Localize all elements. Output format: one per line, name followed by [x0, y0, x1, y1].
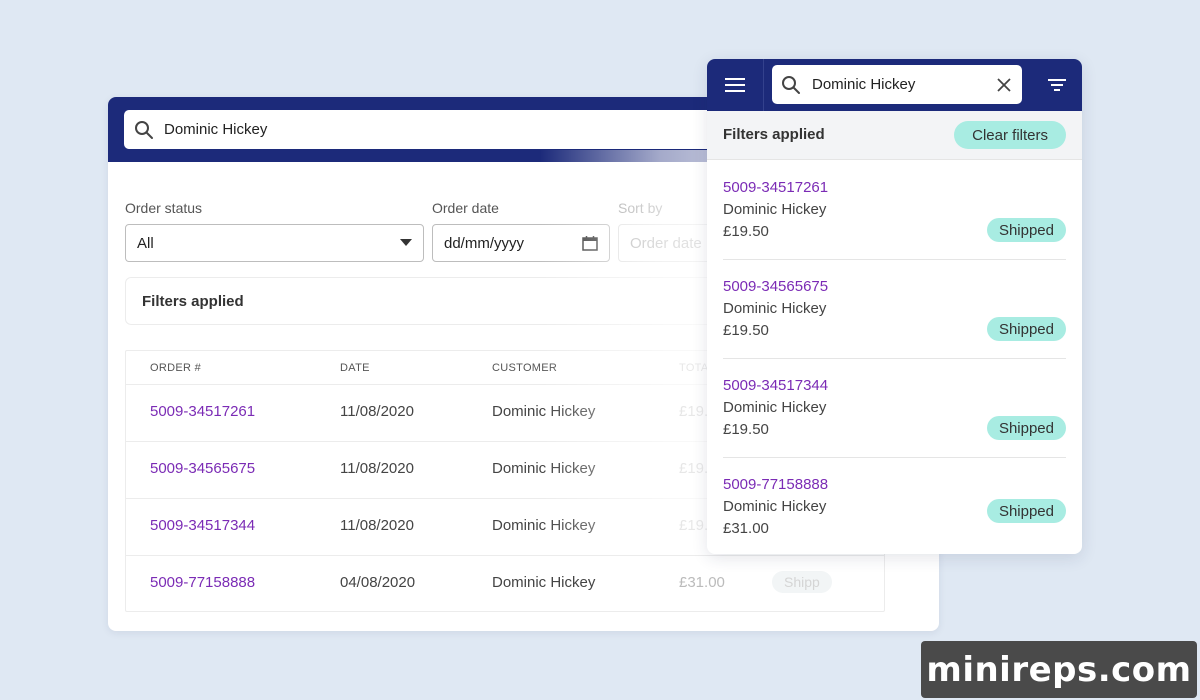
close-icon[interactable] — [996, 77, 1012, 93]
order-date: 11/08/2020 — [340, 517, 414, 534]
order-date-input[interactable]: dd/mm/yyyy — [432, 224, 610, 262]
order-date-label: Order date — [432, 200, 499, 216]
order-date: 04/08/2020 — [340, 574, 416, 591]
order-card[interactable]: 5009-77158888 Dominic Hickey £31.00 Ship… — [723, 457, 1066, 554]
mobile-filters-applied-label: Filters applied — [723, 126, 825, 143]
search-icon — [781, 75, 801, 95]
order-status-value: All — [137, 234, 154, 252]
order-link[interactable]: 5009-34565675 — [723, 278, 828, 295]
header-order: ORDER # — [150, 362, 201, 374]
order-link[interactable]: 5009-77158888 — [723, 476, 828, 493]
header-date: DATE — [340, 362, 370, 374]
mobile-filters-bar: Filters applied Clear filters — [707, 111, 1082, 160]
filter-icon — [1048, 79, 1066, 91]
table-row[interactable]: 5009-77158888 04/08/2020 Dominic Hickey … — [126, 555, 884, 612]
sort-by-value: Order date — [630, 234, 702, 252]
desktop-search-value: Dominic Hickey — [164, 121, 268, 138]
order-total: £19.50 — [723, 322, 769, 339]
calendar-icon[interactable] — [582, 235, 598, 251]
mobile-orders-panel: Dominic Hickey Filters applied Clear fil… — [707, 59, 1082, 554]
status-badge: Shipped — [986, 317, 1066, 341]
order-link[interactable]: 5009-34517261 — [150, 403, 255, 420]
sort-by-label: Sort by — [618, 200, 663, 216]
order-link[interactable]: 5009-34565675 — [150, 460, 255, 477]
order-card[interactable]: 5009-34565675 Dominic Hickey £19.50 Ship… — [723, 259, 1066, 359]
customer-name: Dominic Hickey — [492, 460, 596, 477]
customer-name: Dominic Hickey — [723, 201, 827, 218]
order-date: 11/08/2020 — [340, 460, 414, 477]
search-icon — [134, 120, 154, 140]
mobile-search-value: Dominic Hickey — [812, 76, 916, 93]
watermark-logo: minireps.com — [921, 641, 1197, 698]
order-total: £19.50 — [723, 223, 769, 240]
clear-filters-button[interactable]: Clear filters — [954, 121, 1066, 149]
order-link[interactable]: 5009-34517344 — [723, 377, 828, 394]
caret-down-icon — [400, 239, 412, 247]
order-date: 11/08/2020 — [340, 403, 414, 420]
order-total: £19. — [679, 517, 709, 534]
order-total: £19. — [679, 403, 709, 420]
customer-name: Dominic Hickey — [492, 574, 596, 591]
order-total: £19.50 — [723, 421, 769, 438]
customer-name: Dominic Hickey — [723, 399, 827, 416]
order-link[interactable]: 5009-34517344 — [150, 517, 255, 534]
filter-button[interactable] — [1032, 59, 1082, 111]
order-total: £31.00 — [723, 520, 769, 537]
desktop-filters-applied-label: Filters applied — [142, 292, 244, 310]
status-badge: Shipped — [986, 218, 1066, 242]
status-badge: Shipped — [986, 416, 1066, 440]
order-link[interactable]: 5009-77158888 — [150, 574, 255, 591]
mobile-search-input[interactable]: Dominic Hickey — [772, 65, 1022, 104]
customer-name: Dominic Hickey — [723, 300, 827, 317]
order-card[interactable]: 5009-34517261 Dominic Hickey £19.50 Ship… — [723, 160, 1066, 260]
order-date-value: dd/mm/yyyy — [444, 234, 525, 252]
customer-name: Dominic Hickey — [723, 498, 827, 515]
customer-name: Dominic Hickey — [492, 517, 596, 534]
status-badge: Shipp — [772, 571, 832, 593]
menu-button[interactable] — [707, 59, 764, 111]
order-link[interactable]: 5009-34517261 — [723, 179, 828, 196]
order-card[interactable]: 5009-34517344 Dominic Hickey £19.50 Ship… — [723, 358, 1066, 458]
header-total: TOTA — [679, 362, 709, 374]
order-total: £31.00 — [679, 574, 725, 591]
header-customer: CUSTOMER — [492, 362, 558, 374]
order-status-label: Order status — [125, 200, 203, 216]
order-status-select[interactable]: All — [125, 224, 424, 262]
status-badge: Shipped — [986, 499, 1066, 523]
customer-name: Dominic Hickey — [492, 403, 596, 420]
order-total: £19. — [679, 460, 709, 477]
hamburger-icon — [725, 78, 745, 92]
mobile-header: Dominic Hickey — [707, 59, 1082, 111]
